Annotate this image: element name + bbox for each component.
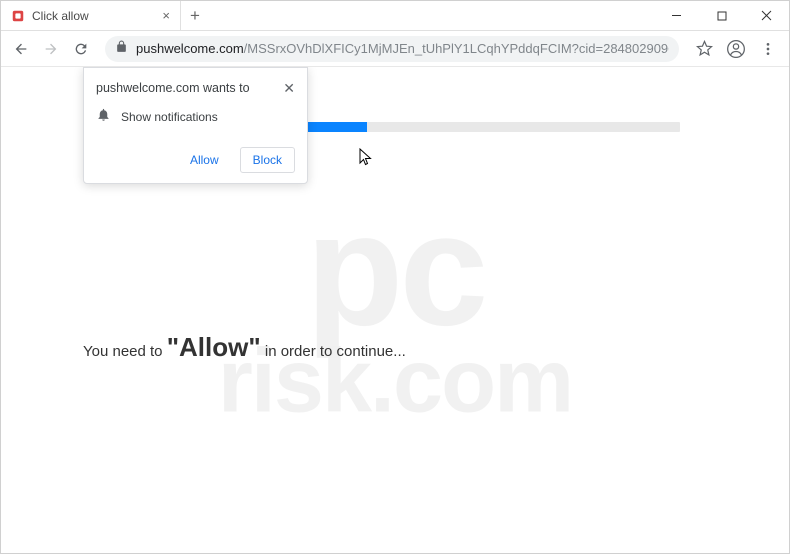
block-button[interactable]: Block [240,147,295,173]
toolbar: pushwelcome.com/MSSrxOVhDlXFICy1MjMJEn_t… [1,31,789,67]
page-content: pc risk.com You need to "Allow" in order… [1,67,789,553]
menu-icon[interactable] [755,36,781,62]
address-bar[interactable]: pushwelcome.com/MSSrxOVhDlXFICy1MjMJEn_t… [105,36,679,62]
url-path: /MSSrxOVhDlXFICy1MjMJEn_tUhPlY1LCqhYPddq… [244,41,669,56]
dialog-close-icon[interactable]: ✕ [283,81,295,95]
dialog-title: pushwelcome.com wants to [96,81,250,95]
bell-icon [96,107,111,127]
msg-suffix: in order to continue... [261,343,406,360]
notification-permission-dialog: pushwelcome.com wants to ✕ Show notifica… [83,67,308,184]
browser-tab[interactable]: Click allow × [1,1,181,30]
titlebar: Click allow × + [1,1,789,31]
close-button[interactable] [744,1,789,30]
profile-icon[interactable] [723,36,749,62]
back-button[interactable] [9,37,33,61]
allow-button[interactable]: Allow [177,147,232,173]
lock-icon [115,40,128,58]
watermark: pc risk.com [218,198,572,423]
window-controls [654,1,789,30]
browser-window: Click allow × + [0,0,790,554]
msg-prefix: You need to [83,343,167,360]
msg-allow: "Allow" [167,332,261,362]
new-tab-button[interactable]: + [181,1,209,30]
tab-close-icon[interactable]: × [162,8,170,23]
url-text: pushwelcome.com/MSSrxOVhDlXFICy1MjMJEn_t… [136,41,669,56]
minimize-button[interactable] [654,1,699,30]
tab-favicon [11,9,25,23]
bookmark-star-icon[interactable] [691,36,717,62]
instruction-message: You need to "Allow" in order to continue… [83,332,406,363]
cursor-icon [359,148,373,171]
maximize-button[interactable] [699,1,744,30]
dialog-body-text: Show notifications [121,110,218,124]
url-domain: pushwelcome.com [136,41,244,56]
forward-button[interactable] [39,37,63,61]
tab-title: Click allow [32,9,155,23]
reload-button[interactable] [69,37,93,61]
